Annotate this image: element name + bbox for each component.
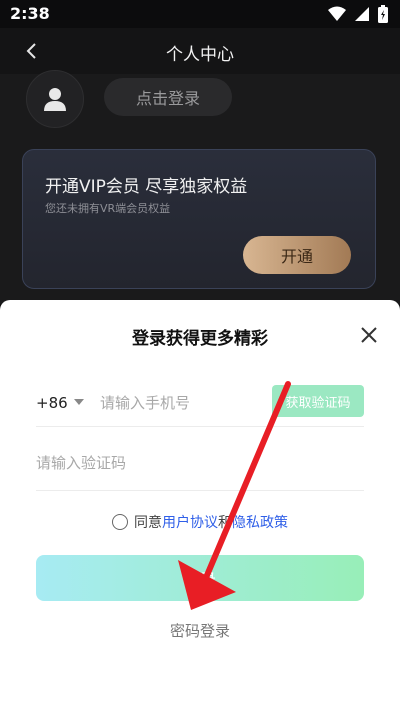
user-agreement-link[interactable]: 用户协议	[162, 512, 218, 532]
user-icon	[44, 88, 66, 111]
login-prompt-button[interactable]: 点击登录	[104, 78, 232, 116]
sheet-title: 登录获得更多精彩	[132, 329, 268, 349]
password-login-link[interactable]: 密码登录	[0, 620, 400, 641]
divider	[36, 490, 364, 491]
signal-icon	[355, 7, 369, 21]
agree-and: 和	[218, 515, 232, 531]
divider	[36, 426, 364, 427]
phone-row: +86 获取验证码	[36, 382, 364, 426]
login-sheet: 登录获得更多精彩 +86 获取验证码 同意 用户协议 和 隐私政策 登录 密码登…	[0, 300, 400, 711]
vip-activate-button[interactable]: 开通	[243, 236, 351, 274]
vip-card: 开通VIP会员 尽享独家权益 您还未拥有VR端会员权益 开通	[22, 149, 376, 289]
agreement-row: 同意 用户协议 和 隐私政策	[0, 512, 400, 532]
page-title: 个人中心	[166, 45, 234, 65]
status-icons	[328, 5, 388, 23]
page-header: 个人中心	[0, 28, 400, 74]
status-bar: 2:38	[0, 0, 400, 28]
agree-checkbox[interactable]	[112, 514, 128, 530]
agree-prefix: 同意	[134, 515, 162, 531]
login-button[interactable]: 登录	[36, 555, 364, 601]
country-code-select[interactable]: +86	[36, 394, 68, 412]
battery-icon	[378, 5, 388, 23]
privacy-policy-link[interactable]: 隐私政策	[232, 512, 288, 532]
wifi-icon	[328, 6, 346, 21]
dropdown-arrow-icon[interactable]	[74, 399, 84, 405]
phone-input[interactable]	[100, 388, 260, 418]
get-code-button[interactable]: 获取验证码	[272, 385, 364, 417]
close-button[interactable]	[356, 322, 382, 348]
verification-code-input[interactable]	[36, 448, 236, 478]
close-icon	[361, 327, 377, 343]
status-time: 2:38	[10, 4, 50, 23]
vip-subtitle: 您还未拥有VR端会员权益	[45, 202, 171, 215]
avatar[interactable]	[26, 70, 84, 128]
vip-title: 开通VIP会员 尽享独家权益	[45, 177, 248, 197]
